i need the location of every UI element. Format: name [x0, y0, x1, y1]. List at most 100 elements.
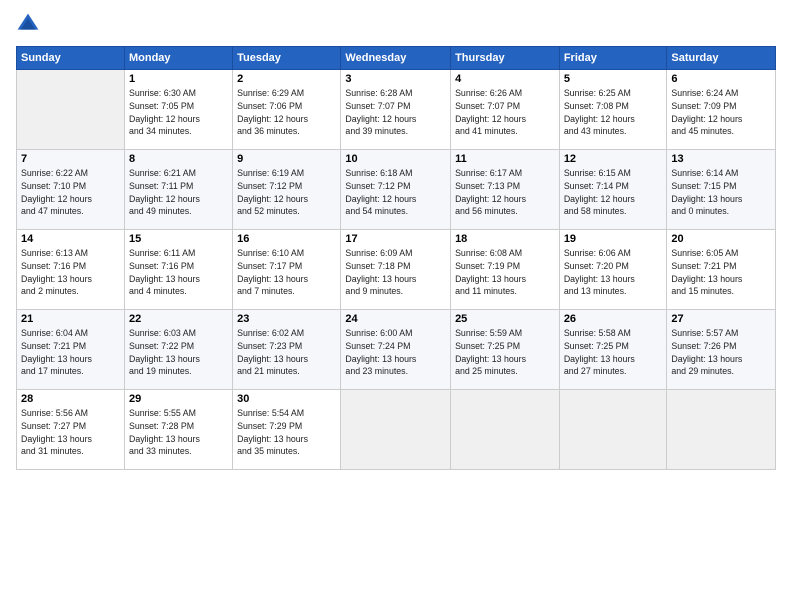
calendar-cell: 15 Sunrise: 6:11 AMSunset: 7:16 PMDayligh… [124, 230, 232, 310]
day-number: 4 [455, 73, 555, 85]
day-info: Sunrise: 5:57 AMSunset: 7:26 PMDaylight:… [671, 327, 771, 378]
day-info: Sunrise: 5:55 AMSunset: 7:28 PMDaylight:… [129, 407, 228, 458]
calendar-cell [451, 390, 560, 470]
day-number: 18 [455, 233, 555, 245]
week-row-3: 21 Sunrise: 6:04 AMSunset: 7:21 PMDayligh… [17, 310, 776, 390]
week-row-1: 7 Sunrise: 6:22 AMSunset: 7:10 PMDaylight… [17, 150, 776, 230]
day-number: 13 [671, 153, 771, 165]
day-info: Sunrise: 6:00 AMSunset: 7:24 PMDaylight:… [345, 327, 446, 378]
day-number: 20 [671, 233, 771, 245]
day-number: 29 [129, 393, 228, 405]
calendar-cell: 26 Sunrise: 5:58 AMSunset: 7:25 PMDayligh… [559, 310, 667, 390]
day-info: Sunrise: 6:10 AMSunset: 7:17 PMDaylight:… [237, 247, 336, 298]
day-info: Sunrise: 6:11 AMSunset: 7:16 PMDaylight:… [129, 247, 228, 298]
day-number: 16 [237, 233, 336, 245]
day-info: Sunrise: 6:03 AMSunset: 7:22 PMDaylight:… [129, 327, 228, 378]
day-info: Sunrise: 6:19 AMSunset: 7:12 PMDaylight:… [237, 167, 336, 218]
day-number: 28 [21, 393, 120, 405]
logo [16, 12, 42, 36]
day-number: 9 [237, 153, 336, 165]
day-number: 30 [237, 393, 336, 405]
day-info: Sunrise: 6:25 AMSunset: 7:08 PMDaylight:… [564, 87, 663, 138]
day-info: Sunrise: 6:17 AMSunset: 7:13 PMDaylight:… [455, 167, 555, 218]
calendar-cell: 11 Sunrise: 6:17 AMSunset: 7:13 PMDayligh… [451, 150, 560, 230]
col-header-wednesday: Wednesday [341, 47, 451, 70]
calendar-cell: 30 Sunrise: 5:54 AMSunset: 7:29 PMDayligh… [233, 390, 341, 470]
col-header-thursday: Thursday [451, 47, 560, 70]
calendar-cell [559, 390, 667, 470]
day-number: 23 [237, 313, 336, 325]
day-info: Sunrise: 6:02 AMSunset: 7:23 PMDaylight:… [237, 327, 336, 378]
day-number: 8 [129, 153, 228, 165]
page: SundayMondayTuesdayWednesdayThursdayFrid… [0, 0, 792, 612]
day-info: Sunrise: 6:09 AMSunset: 7:18 PMDaylight:… [345, 247, 446, 298]
col-header-sunday: Sunday [17, 47, 125, 70]
day-number: 25 [455, 313, 555, 325]
day-info: Sunrise: 6:29 AMSunset: 7:06 PMDaylight:… [237, 87, 336, 138]
week-row-2: 14 Sunrise: 6:13 AMSunset: 7:16 PMDayligh… [17, 230, 776, 310]
calendar-cell: 4 Sunrise: 6:26 AMSunset: 7:07 PMDaylight… [451, 70, 560, 150]
calendar-cell: 21 Sunrise: 6:04 AMSunset: 7:21 PMDayligh… [17, 310, 125, 390]
calendar-cell: 27Sunrise: 5:57 AMSunset: 7:26 PMDayligh… [667, 310, 776, 390]
day-number: 17 [345, 233, 446, 245]
day-number: 19 [564, 233, 663, 245]
col-header-friday: Friday [559, 47, 667, 70]
day-number: 24 [345, 313, 446, 325]
calendar-cell: 23 Sunrise: 6:02 AMSunset: 7:23 PMDayligh… [233, 310, 341, 390]
header-row: SundayMondayTuesdayWednesdayThursdayFrid… [17, 47, 776, 70]
calendar-cell: 9 Sunrise: 6:19 AMSunset: 7:12 PMDaylight… [233, 150, 341, 230]
day-number: 2 [237, 73, 336, 85]
day-number: 21 [21, 313, 120, 325]
day-number: 6 [671, 73, 771, 85]
day-info: Sunrise: 6:21 AMSunset: 7:11 PMDaylight:… [129, 167, 228, 218]
calendar-cell: 22 Sunrise: 6:03 AMSunset: 7:22 PMDayligh… [124, 310, 232, 390]
col-header-tuesday: Tuesday [233, 47, 341, 70]
day-info: Sunrise: 5:58 AMSunset: 7:25 PMDaylight:… [564, 327, 663, 378]
calendar-cell: 7 Sunrise: 6:22 AMSunset: 7:10 PMDaylight… [17, 150, 125, 230]
day-info: Sunrise: 6:14 AMSunset: 7:15 PMDaylight:… [671, 167, 771, 218]
day-info: Sunrise: 6:22 AMSunset: 7:10 PMDaylight:… [21, 167, 120, 218]
day-info: Sunrise: 6:13 AMSunset: 7:16 PMDaylight:… [21, 247, 120, 298]
day-info: Sunrise: 6:06 AMSunset: 7:20 PMDaylight:… [564, 247, 663, 298]
calendar-cell: 5 Sunrise: 6:25 AMSunset: 7:08 PMDaylight… [559, 70, 667, 150]
calendar-cell: 19 Sunrise: 6:06 AMSunset: 7:20 PMDayligh… [559, 230, 667, 310]
calendar-cell [341, 390, 451, 470]
calendar-table: SundayMondayTuesdayWednesdayThursdayFrid… [16, 46, 776, 470]
day-info: Sunrise: 6:28 AMSunset: 7:07 PMDaylight:… [345, 87, 446, 138]
calendar-cell: 10Sunrise: 6:18 AMSunset: 7:12 PMDayligh… [341, 150, 451, 230]
col-header-saturday: Saturday [667, 47, 776, 70]
calendar-cell: 6 Sunrise: 6:24 AMSunset: 7:09 PMDaylight… [667, 70, 776, 150]
calendar-cell: 1 Sunrise: 6:30 AMSunset: 7:05 PMDaylight… [124, 70, 232, 150]
day-number: 15 [129, 233, 228, 245]
day-number: 14 [21, 233, 120, 245]
week-row-0: 1 Sunrise: 6:30 AMSunset: 7:05 PMDaylight… [17, 70, 776, 150]
header [16, 12, 776, 36]
calendar-cell: 18 Sunrise: 6:08 AMSunset: 7:19 PMDayligh… [451, 230, 560, 310]
day-number: 7 [21, 153, 120, 165]
day-info: Sunrise: 6:24 AMSunset: 7:09 PMDaylight:… [671, 87, 771, 138]
day-number: 3 [345, 73, 446, 85]
calendar-cell: 20 Sunrise: 6:05 AMSunset: 7:21 PMDayligh… [667, 230, 776, 310]
calendar-cell: 3 Sunrise: 6:28 AMSunset: 7:07 PMDaylight… [341, 70, 451, 150]
day-info: Sunrise: 5:54 AMSunset: 7:29 PMDaylight:… [237, 407, 336, 458]
calendar-cell: 16 Sunrise: 6:10 AMSunset: 7:17 PMDayligh… [233, 230, 341, 310]
calendar-cell: 13 Sunrise: 6:14 AMSunset: 7:15 PMDayligh… [667, 150, 776, 230]
day-info: Sunrise: 6:26 AMSunset: 7:07 PMDaylight:… [455, 87, 555, 138]
day-info: Sunrise: 6:08 AMSunset: 7:19 PMDaylight:… [455, 247, 555, 298]
day-number: 10 [345, 153, 446, 165]
day-info: Sunrise: 6:30 AMSunset: 7:05 PMDaylight:… [129, 87, 228, 138]
day-info: Sunrise: 5:56 AMSunset: 7:27 PMDaylight:… [21, 407, 120, 458]
day-number: 5 [564, 73, 663, 85]
day-info: Sunrise: 6:15 AMSunset: 7:14 PMDaylight:… [564, 167, 663, 218]
day-number: 1 [129, 73, 228, 85]
col-header-monday: Monday [124, 47, 232, 70]
day-number: 22 [129, 313, 228, 325]
calendar-cell: 14 Sunrise: 6:13 AMSunset: 7:16 PMDayligh… [17, 230, 125, 310]
day-number: 11 [455, 153, 555, 165]
day-number: 12 [564, 153, 663, 165]
day-info: Sunrise: 6:05 AMSunset: 7:21 PMDaylight:… [671, 247, 771, 298]
calendar-cell: 29 Sunrise: 5:55 AMSunset: 7:28 PMDayligh… [124, 390, 232, 470]
day-info: Sunrise: 6:04 AMSunset: 7:21 PMDaylight:… [21, 327, 120, 378]
day-number: 26 [564, 313, 663, 325]
calendar-cell: 17 Sunrise: 6:09 AMSunset: 7:18 PMDayligh… [341, 230, 451, 310]
